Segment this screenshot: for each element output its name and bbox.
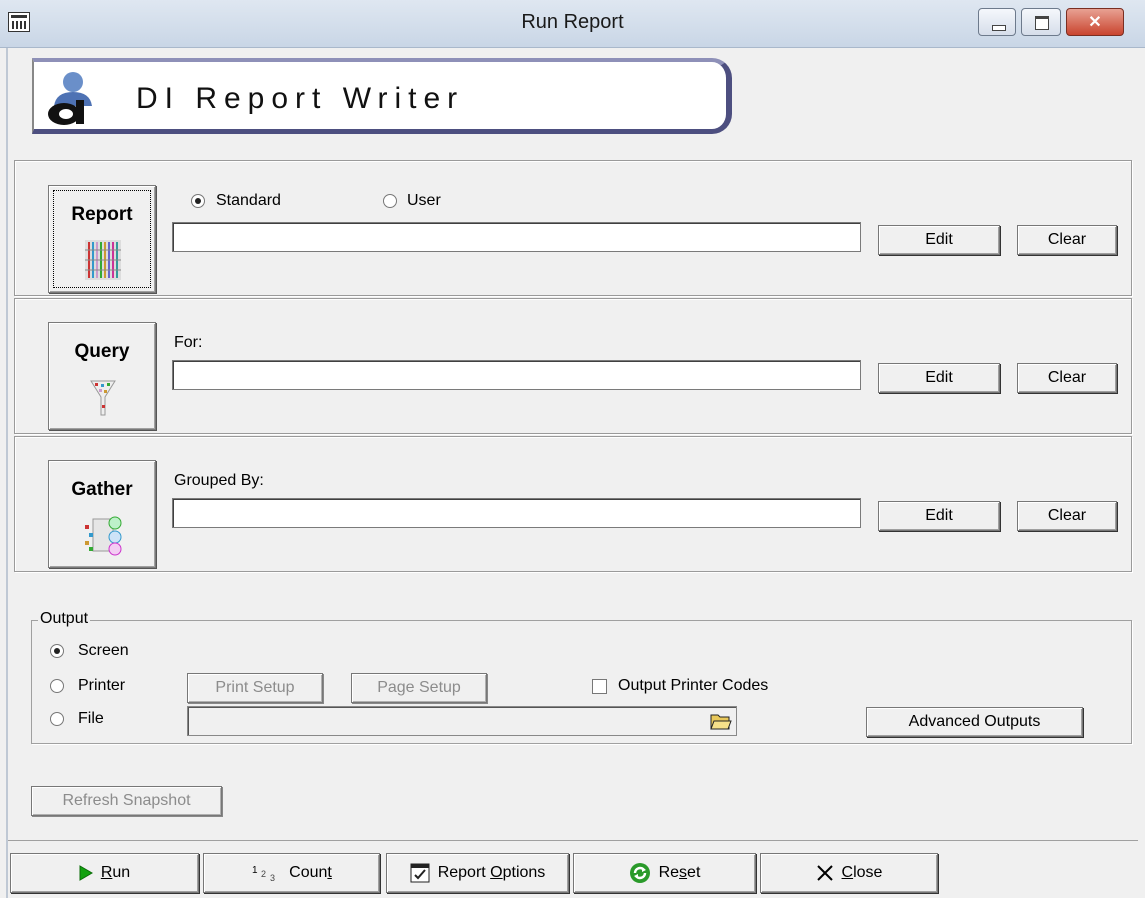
radio-file[interactable] (50, 712, 64, 726)
report-clear-button[interactable]: Clear (1017, 225, 1117, 255)
close-label: Close (841, 864, 883, 881)
output-legend: Output (38, 610, 91, 628)
query-clear-button[interactable]: Clear (1017, 363, 1117, 393)
count-button[interactable]: 1 2 3 Count (203, 853, 380, 893)
svg-text:1: 1 (252, 865, 258, 876)
minimize-button[interactable] (978, 8, 1016, 36)
run-label: Run (100, 864, 131, 881)
radio-standard-label: Standard (216, 192, 281, 209)
radio-printer[interactable] (50, 679, 64, 693)
report-options-label: Report Options (437, 864, 546, 881)
radio-screen-label: Screen (78, 642, 129, 659)
report-button[interactable]: Report (48, 185, 156, 293)
report-icon (85, 240, 121, 280)
radio-printer-label: Printer (78, 677, 126, 694)
gather-button[interactable]: Gather (48, 460, 156, 568)
window-frame (0, 48, 8, 898)
query-edit-button[interactable]: Edit (878, 363, 1000, 393)
svg-text:3: 3 (270, 873, 275, 883)
refresh-snapshot-button[interactable]: Refresh Snapshot (31, 786, 222, 816)
reset-button[interactable]: Reset (573, 853, 756, 893)
radio-screen[interactable] (50, 644, 64, 658)
options-icon (410, 863, 430, 883)
radio-standard[interactable] (191, 194, 205, 208)
radio-user[interactable] (383, 194, 397, 208)
close-icon (816, 865, 833, 881)
reset-label: Reset (658, 864, 701, 881)
run-button[interactable]: Run (10, 853, 199, 893)
bottom-separator (8, 840, 1138, 841)
query-input[interactable] (172, 360, 861, 390)
logo-icon (48, 72, 92, 125)
report-button-label: Report (71, 204, 133, 225)
count-label: Count (289, 864, 332, 881)
query-button-label: Query (74, 341, 130, 362)
printer-codes-label: Output Printer Codes (618, 677, 769, 694)
report-edit-button[interactable]: Edit (878, 225, 1000, 255)
play-icon (79, 865, 93, 881)
query-funnel-icon (90, 380, 116, 416)
refresh-icon (629, 863, 650, 883)
query-field-label: For: (174, 334, 203, 351)
close-button[interactable]: Close (760, 853, 938, 893)
window-title: Run Report (521, 11, 624, 33)
report-options-button[interactable]: Report Options (386, 853, 569, 893)
gather-clear-button[interactable]: Clear (1017, 501, 1117, 531)
gather-input[interactable] (172, 498, 861, 528)
folder-open-icon[interactable] (710, 711, 732, 731)
report-input[interactable] (172, 222, 861, 252)
file-path-input[interactable] (187, 706, 737, 736)
print-setup-button[interactable]: Print Setup (187, 673, 323, 703)
banner-title: DI Report Writer (136, 82, 465, 115)
printer-codes-checkbox[interactable] (592, 679, 607, 694)
close-window-button[interactable] (1066, 8, 1124, 36)
maximize-button[interactable] (1021, 8, 1061, 36)
gather-button-label: Gather (71, 479, 133, 500)
count-icon: 1 2 3 (252, 865, 275, 883)
gather-icon (85, 516, 122, 556)
gather-field-label: Grouped By: (174, 472, 264, 489)
radio-file-label: File (78, 710, 104, 727)
gather-edit-button[interactable]: Edit (878, 501, 1000, 531)
advanced-outputs-button[interactable]: Advanced Outputs (866, 707, 1083, 737)
page-setup-button[interactable]: Page Setup (351, 673, 487, 703)
query-button[interactable]: Query (48, 322, 156, 430)
svg-text:2: 2 (261, 869, 266, 879)
radio-user-label: User (407, 192, 441, 209)
